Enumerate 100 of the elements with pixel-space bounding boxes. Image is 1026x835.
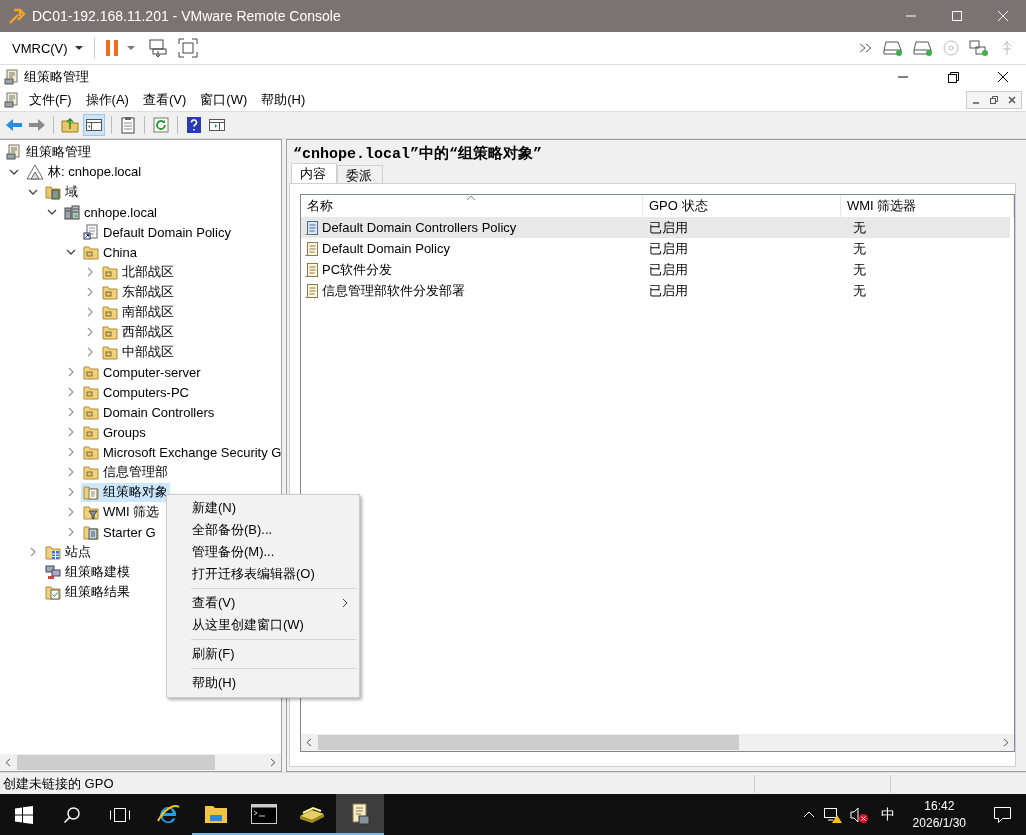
vmrc-menu-button[interactable]: VMRC(V): [10, 38, 86, 58]
tree-item[interactable]: 北部战区: [100, 262, 176, 282]
table-cell-text: 已启用: [648, 239, 689, 258]
menu-item[interactable]: 打开迁移表编辑器(O): [167, 563, 359, 585]
menu-item[interactable]: 文件(F): [24, 91, 77, 109]
tree-item[interactable]: WMI 筛选: [81, 502, 162, 522]
window-title: DC01-192.168.11.201 - VMware Remote Console: [32, 8, 341, 24]
scroll-icon: [305, 219, 319, 236]
tree-item[interactable]: Starter G: [81, 522, 158, 542]
tree-item[interactable]: Default Domain Policy: [81, 222, 233, 242]
list-row[interactable]: Default Domain Controllers Policy 已启用 无: [301, 217, 1010, 238]
menu-item[interactable]: 管理备份(M)...: [167, 541, 359, 563]
menu-item[interactable]: 窗口(W): [195, 91, 253, 109]
menu-item[interactable]: 操作(A): [80, 91, 134, 109]
table-cell-text: 已启用: [648, 218, 689, 237]
tab[interactable]: 内容: [291, 163, 337, 183]
app-logo-icon: [8, 7, 26, 25]
folder-icon: [83, 424, 99, 440]
tree-item[interactable]: 信息管理部: [81, 462, 170, 482]
tree-item[interactable]: 组策略结果: [43, 582, 132, 602]
tree-item[interactable]: 南部战区: [100, 302, 176, 322]
panel-icon: [85, 117, 103, 133]
menu-item[interactable]: 查看(V): [137, 91, 192, 109]
menu-item[interactable]: 帮助(H): [256, 91, 311, 109]
input-method-indicator[interactable]: 中: [874, 805, 901, 824]
table-cell-text: 已启用: [648, 281, 689, 300]
windows-icon: [15, 805, 33, 824]
status-text: 创建未链接的 GPO: [3, 774, 114, 793]
folder-icon: [83, 464, 99, 480]
menu-item[interactable]: 新建(N): [167, 497, 359, 519]
tree-toggle-button[interactable]: [83, 114, 105, 136]
menu-item[interactable]: 刷新(F): [167, 643, 359, 665]
folder-icon: [83, 244, 99, 260]
tree-item[interactable]: 林: cnhope.local: [24, 162, 144, 182]
folder-icon: [102, 284, 118, 300]
folder-grid-icon: [45, 544, 61, 560]
menu-item[interactable]: 查看(V): [167, 592, 359, 614]
task-view-icon: [109, 805, 131, 824]
tree-item[interactable]: 组策略建模: [43, 562, 132, 582]
tree-item[interactable]: 站点: [43, 542, 93, 562]
menu-item[interactable]: 从这里创建窗口(W): [167, 614, 359, 636]
menu-item[interactable]: 全部备份(B)...: [167, 519, 359, 541]
refresh-icon[interactable]: [151, 115, 171, 135]
tab[interactable]: 委派: [337, 165, 383, 183]
folder-icon: [83, 444, 99, 460]
caret-icon: [73, 44, 84, 52]
tree-item[interactable]: Groups: [81, 422, 148, 442]
tree-item[interactable]: Domain Controllers: [81, 402, 217, 422]
folder-icon: [83, 404, 99, 420]
clipboard-icon[interactable]: [118, 115, 138, 135]
scrollbar-thumb[interactable]: [318, 735, 739, 750]
list-row[interactable]: Default Domain Policy 已启用 无: [301, 238, 1010, 259]
fullscreen-icon[interactable]: [176, 37, 199, 59]
folder-icon: [83, 384, 99, 400]
tree-item[interactable]: 西部战区: [100, 322, 176, 342]
tree-item[interactable]: 组策略管理: [4, 142, 93, 162]
console-icon: [6, 144, 22, 160]
server-icon: [64, 204, 80, 220]
folder-check-icon: [45, 584, 61, 600]
app-title: 组策略管理: [24, 68, 89, 86]
speaker-icon[interactable]: [848, 805, 869, 824]
folder-filter-icon: [83, 504, 99, 520]
table-cell-text: 无: [852, 239, 867, 258]
folder-document-icon: [83, 524, 99, 540]
taskbar-button[interactable]: [336, 794, 384, 835]
console-icon: [4, 69, 20, 85]
triangle-icon: [26, 164, 44, 180]
scroll-icon: [305, 240, 319, 257]
tree-item[interactable]: cnhope.local: [62, 202, 159, 222]
list-row[interactable]: 信息管理部软件分发部署 已启用 无: [301, 280, 1010, 301]
scrollbar-thumb[interactable]: [17, 755, 215, 770]
tree-item[interactable]: 中部战区: [100, 342, 176, 362]
search-icon: [63, 805, 81, 824]
menu-item[interactable]: 帮助(H): [167, 672, 359, 694]
tree-item[interactable]: 东部战区: [100, 282, 176, 302]
help-icon[interactable]: [184, 115, 204, 135]
network-icon[interactable]: [822, 805, 843, 824]
list-row[interactable]: PC软件分发 已启用 无: [301, 259, 1010, 280]
tree-item[interactable]: 组策略对象: [81, 482, 170, 502]
clock[interactable]: 16:42 2026/1/30: [906, 797, 972, 832]
folder-up-icon[interactable]: [60, 115, 80, 135]
send-keys-icon[interactable]: [146, 37, 169, 59]
table-cell-text: PC软件分发: [321, 260, 394, 279]
tree-item[interactable]: Computers-PC: [81, 382, 191, 402]
scroll-icon: [305, 261, 319, 278]
terminal-icon: [251, 803, 277, 824]
tree-item[interactable]: Computer-server: [81, 362, 203, 382]
scroll-icon: [305, 282, 319, 299]
table-cell-text: 无: [852, 218, 867, 237]
tree-item[interactable]: 域: [43, 182, 80, 202]
table-cell-text: 已启用: [648, 260, 689, 279]
details-heading: “cnhope.local”中的“组策略对象”: [292, 144, 544, 163]
folder-scroll-icon: [83, 484, 99, 500]
tree-item[interactable]: Microsoft Exchange Security G: [81, 442, 281, 462]
table-cell-text: 信息管理部软件分发部署: [321, 281, 466, 300]
scroll-shortcut-icon: [83, 224, 99, 240]
tree-item[interactable]: China: [81, 242, 139, 262]
computers-icon: [45, 564, 61, 580]
table-cell-text: 无: [852, 281, 867, 300]
folder-icon: [102, 264, 118, 280]
